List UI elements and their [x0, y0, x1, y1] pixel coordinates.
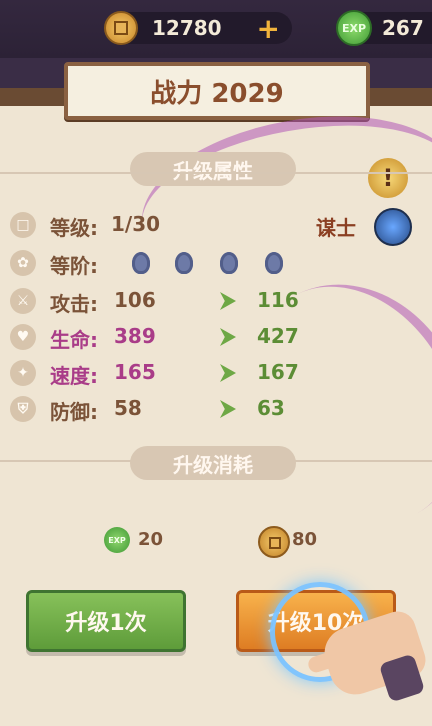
defense-current: 58 — [114, 396, 142, 420]
defense-next: 63 — [257, 396, 285, 420]
level-value: 1/30 — [111, 212, 161, 236]
exp-cost-icon: EXP — [104, 527, 130, 553]
health-current: 389 — [114, 324, 156, 348]
speed-icon: ✦ — [10, 360, 36, 386]
attack-label: 攻击: — [50, 292, 98, 316]
coin-amount: 12780 — [152, 16, 222, 40]
warning-icon[interactable]: ! — [368, 158, 408, 198]
exp-currency-pill: EXP 267 — [336, 10, 432, 46]
upgrade-attributes-title: 升级属性 — [130, 152, 296, 186]
coin-currency-pill: 12780 + — [104, 11, 292, 45]
level-label: 等级: — [50, 216, 98, 240]
upgrade-once-button[interactable]: 升级1次 — [26, 590, 186, 652]
health-label: 生命: — [50, 328, 98, 352]
power-banner: 战力 2029 — [64, 62, 370, 120]
upgrade-attributes-text: 升级属性 — [173, 158, 253, 183]
upgrade-cost-title: 升级消耗 — [130, 446, 296, 480]
upgrade-cost-text: 升级消耗 — [173, 452, 253, 477]
role-icon — [374, 208, 412, 246]
coin-cost-text: 80 — [292, 529, 318, 550]
defense-label: 防御: — [50, 400, 98, 424]
role-text: 谋士 — [316, 216, 356, 240]
rank-gem-3 — [220, 252, 238, 274]
speed-current: 165 — [114, 360, 156, 384]
rank-gem-4 — [265, 252, 283, 274]
coin-cost-icon — [258, 526, 290, 558]
health-icon: ♥ — [10, 324, 36, 350]
health-next: 427 — [257, 324, 299, 348]
rank-label: 等阶: — [50, 254, 98, 278]
rank-icon: ✿ — [10, 250, 36, 276]
exp-amount: 267 — [382, 16, 424, 40]
defense-icon: ⛨ — [10, 396, 36, 422]
exp-icon: EXP — [336, 10, 372, 46]
attack-next: 116 — [257, 288, 299, 312]
rank-gem-2 — [175, 252, 193, 274]
attack-current: 106 — [114, 288, 156, 312]
speed-next: 167 — [257, 360, 299, 384]
attributes-divider — [0, 172, 432, 174]
coin-icon — [104, 11, 138, 45]
upgrade-once-label: 升级1次 — [65, 611, 147, 636]
speed-label: 速度: — [50, 364, 98, 388]
add-coins-button[interactable]: + — [257, 12, 280, 45]
power-text: 战力 2029 — [150, 78, 284, 109]
exp-cost-text: 20 — [138, 529, 164, 550]
attack-icon: ⚔ — [10, 288, 36, 314]
top-status-bar: 12780 + EXP 267 — [0, 0, 432, 58]
level-icon: □ — [10, 212, 36, 238]
rank-gem-1 — [132, 252, 150, 274]
